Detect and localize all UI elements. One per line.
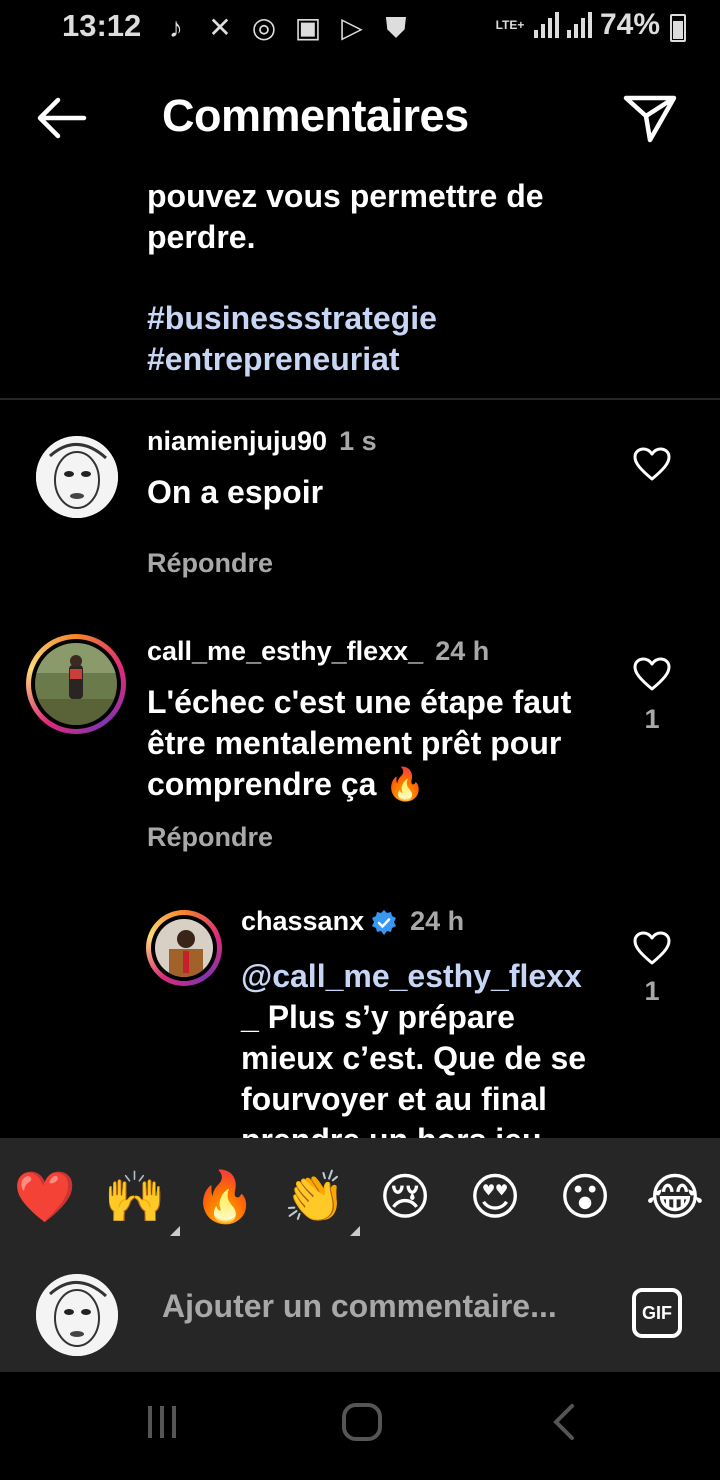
like-count[interactable]: 1 [632,704,672,735]
header: Commentaires [0,70,720,166]
status-notification-icons: ♪ ✕ ◎ ▣ ▷ ⛊ [160,10,412,46]
emoji-crying[interactable]: 😢 [372,1164,438,1230]
hashtag-link[interactable]: #entrepreneuriat [147,339,627,380]
caption-text-line: pouvez vous permettre de [147,178,544,214]
reply-button[interactable]: Répondre [147,822,273,853]
network-type: LTE+ [495,18,525,32]
mention-link[interactable]: @call_me_esthy_flexx [241,956,586,997]
avatar [36,1274,118,1356]
comment-time: 1 s [339,426,377,456]
avatar-image [36,436,118,518]
comment-input[interactable]: Ajouter un commentaire... [162,1288,557,1325]
emoji-glyph: 👏 [283,1168,347,1226]
status-system-icons: LTE+ 74% [494,8,686,42]
emoji-raising-hands[interactable]: 🙌 [102,1164,180,1236]
home-icon[interactable] [340,1402,384,1442]
shield-icon: ⛊ [385,12,407,43]
back-button[interactable] [30,92,94,144]
arrow-left-icon [37,97,87,139]
comment-text: @call_me_esthy_flexx _ Plus s’y prépare … [241,956,586,1138]
signal-icon [533,12,559,38]
avatar [35,643,117,725]
signal-icon-2 [566,12,592,38]
gallery-icon: ▣ [294,12,322,43]
emoji-fire[interactable]: 🔥 [192,1164,258,1230]
comment-text-line: être mentalement prêt pour [147,725,562,761]
comment-composer: Ajouter un commentaire... GIF [0,1258,720,1372]
reply-button[interactable]: Répondre [147,548,273,579]
comment-text: On a espoir [147,474,324,510]
comment-text-line: L'échec c'est une étape faut [147,684,572,720]
comment-text-line: prendre un hors jeu [241,1120,586,1138]
page-title: Commentaires [162,90,469,141]
comment-text: L'échec c'est une étape faut être mental… [147,682,571,805]
comment-text-line: _ Plus s’y prépare [241,999,515,1035]
emoji-laughing[interactable]: 😂 [642,1164,708,1230]
emoji-glyph: 🙌 [103,1168,167,1226]
comment-time: 24 h [435,636,490,666]
like-count[interactable]: 1 [632,976,672,1007]
comment-username[interactable]: niamienjuju90 [147,426,327,456]
comment-item: niamienjuju90 1 s On a espoir Répondre [0,420,720,600]
comment-username[interactable]: chassanx [241,906,364,936]
verified-badge-icon [372,909,397,935]
comment-text-line: fourvoyer et au final [241,1081,547,1117]
avatar [155,919,213,977]
avatar-story-ring[interactable] [146,910,222,986]
play-icon: ▷ [341,12,363,43]
emoji-clapping[interactable]: 👏 [282,1164,360,1236]
system-nav-bar [0,1372,720,1480]
instagram-icon: ◎ [251,12,277,43]
battery-icon [670,14,686,42]
comment-reply-item: chassanx 24 h @call_me_esthy_flexx _ Plu… [0,900,720,1138]
avatar-image [155,919,213,977]
emoji-heart[interactable]: ❤️ [12,1164,78,1230]
comment-username[interactable]: call_me_esthy_flexx_ [147,636,423,666]
avatar[interactable] [36,436,118,518]
emoji-heart-eyes[interactable]: 😍 [462,1164,528,1230]
status-bar: 13:12 ♪ ✕ ◎ ▣ ▷ ⛊ LTE+ 74% [0,0,720,56]
status-time: 13:12 [62,8,142,43]
avatar-story-ring[interactable] [26,634,126,734]
avatar-image [35,643,117,725]
gif-button[interactable]: GIF [632,1288,682,1338]
send-icon [623,95,677,143]
comment-text-line: comprendre ça 🔥 [147,766,426,802]
battery-level: 74% [599,8,660,41]
back-nav-icon[interactable] [548,1402,580,1442]
divider [0,398,720,400]
heart-icon[interactable] [632,656,672,692]
comment-text-line: mieux c’est. Que de se [241,1040,587,1076]
caption-text-line: perdre. [147,219,256,255]
heart-icon[interactable] [632,930,672,966]
emoji-quick-bar: ❤️ 🙌 🔥 👏 😢 😍 😮 😂 [0,1138,720,1258]
share-button[interactable] [620,90,680,146]
comment-username-row: chassanx 24 h [241,906,464,937]
comment-username-row: niamienjuju90 1 s [147,426,377,457]
comment-username-row: call_me_esthy_flexx_ 24 h [147,636,489,667]
heart-icon[interactable] [632,446,672,482]
comment-time: 24 h [410,906,465,936]
hashtag-link[interactable]: #businessstrategie [147,298,627,339]
avatar-image [36,1274,118,1356]
comment-item: call_me_esthy_flexx_ 24 h L'échec c'est u… [0,630,720,870]
missed-call-icon: ✕ [208,12,232,43]
emoji-surprised[interactable]: 😮 [552,1164,618,1230]
tiktok-icon: ♪ [169,12,183,43]
post-caption: pouvez vous permettre de perdre. #busine… [147,176,627,380]
recent-apps-icon[interactable] [142,1402,182,1442]
